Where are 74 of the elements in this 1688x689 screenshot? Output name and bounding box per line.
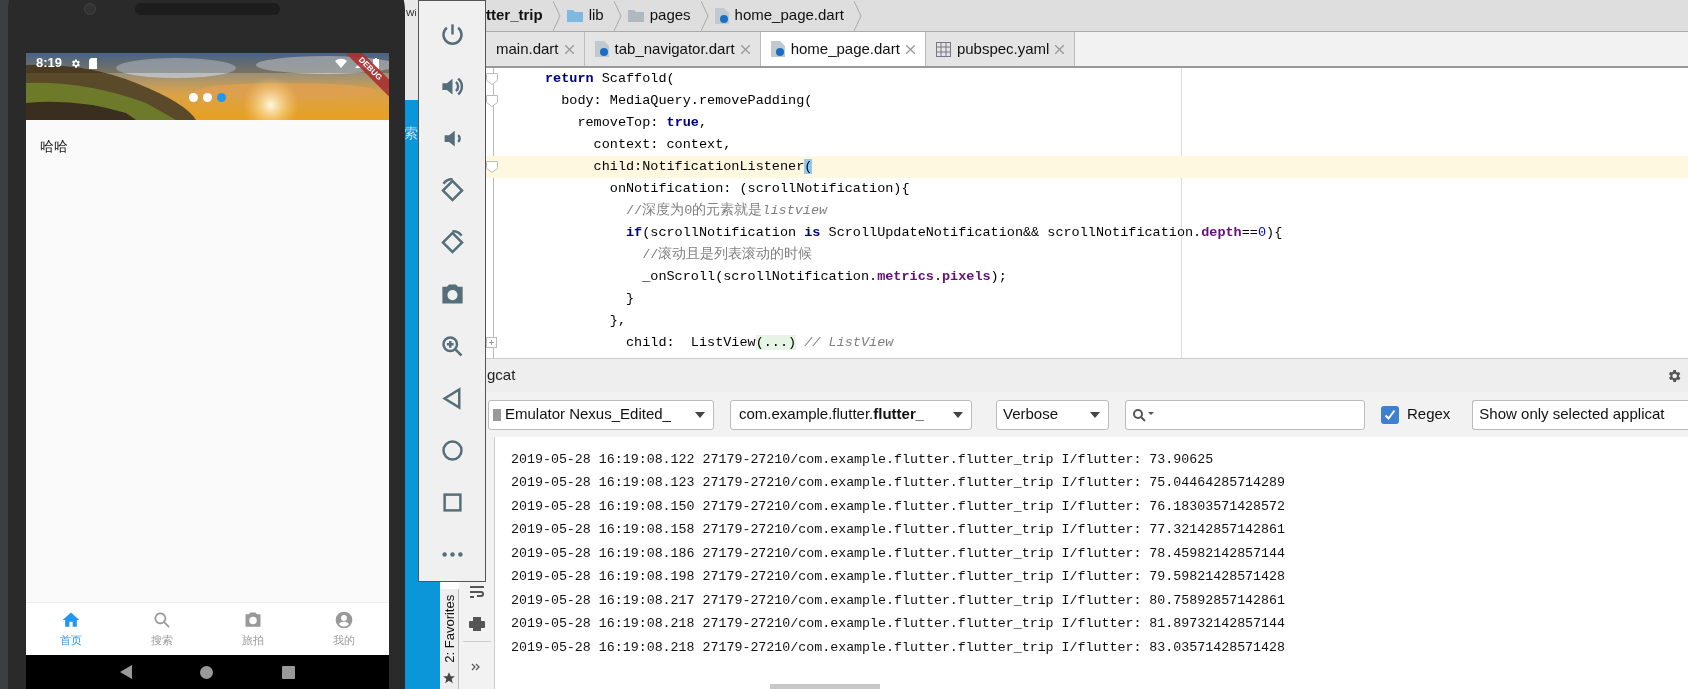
code-line: //深度为0的元素就是 listview — [625, 201, 828, 220]
person-icon — [333, 609, 354, 630]
table-icon — [935, 41, 951, 57]
filter-dropdown[interactable]: Show only selected applicat — [1472, 399, 1688, 430]
log-line: 2019-05-28 16:19:08.158 27179-27210/com.example.flutter.flutter_trip I/flutter: 77.32142857142861 — [511, 521, 1286, 540]
code-line: } — [625, 289, 635, 308]
code-line: child: ListView(...) // ListView — [625, 333, 894, 352]
caret-icon — [1090, 411, 1100, 418]
expand-marker-icon[interactable] — [486, 337, 497, 348]
log-line: 2019-05-28 16:19:08.218 27179-27210/com.example.flutter.flutter_trip I/flutter: 81.89732142857144 — [511, 615, 1286, 634]
folder-icon — [566, 9, 583, 22]
breadcrumb-item[interactable]: tter_trip — [486, 4, 543, 27]
log-line: 2019-05-28 16:19:08.218 27179-27210/com.example.flutter.flutter_trip I/flutter: 83.03571428571428 — [511, 638, 1286, 657]
breadcrumb-item[interactable]: home_page.dart — [734, 4, 844, 27]
log-line: 2019-05-28 16:19:08.150 27179-27210/com.example.flutter.flutter_trip I/flutter: 76.18303571428572 — [511, 497, 1286, 516]
file-icon — [714, 7, 729, 24]
caret-icon — [953, 411, 963, 418]
regex-checkbox[interactable] — [1381, 405, 1399, 424]
rotate-right-icon[interactable] — [438, 229, 466, 256]
code-line: _onScroll(scrollNotification.metrics.pixels); — [641, 267, 1007, 286]
file-icon — [594, 41, 609, 57]
overview-icon[interactable] — [281, 665, 295, 679]
code-line: onNotification: (scrollNotification){ — [608, 179, 910, 198]
favorites-tab[interactable]: 2: Favorites — [440, 589, 459, 689]
back-icon[interactable] — [120, 665, 133, 679]
more-icon[interactable] — [471, 663, 481, 671]
settings-icon[interactable] — [1666, 367, 1682, 384]
editor-tab[interactable]: pubspec.yaml — [925, 32, 1076, 66]
body-text: 哈哈 — [40, 138, 68, 154]
file-icon — [770, 41, 785, 57]
rotate-left-icon[interactable] — [438, 177, 466, 204]
code-line: removeTop: true, — [576, 113, 708, 132]
gear-icon — [70, 57, 82, 69]
editor-tab[interactable]: home_page.dart — [760, 32, 926, 66]
scrollbar[interactable] — [770, 684, 880, 689]
fold-marker-icon[interactable] — [486, 161, 498, 173]
sd-card-icon — [89, 57, 98, 69]
editor-tab[interactable]: tab_navigator.dart — [584, 32, 761, 66]
device-dropdown[interactable]: Emulator Nexus_Edited_ — [488, 399, 714, 430]
fold-marker-icon[interactable] — [486, 73, 498, 85]
tab-label: 索 — [404, 124, 418, 143]
code-line: return Scaffold( — [545, 69, 675, 88]
fold-marker-icon[interactable] — [486, 95, 498, 107]
log-line: 2019-05-28 16:19:08.186 27179-27210/com.example.flutter.flutter_trip I/flutter: 78.45982142857144 — [511, 544, 1286, 563]
code-line: if(scrollNotification is ScrollUpdateNotification&& scrollNotification.depth==0){ — [625, 223, 1283, 242]
search-field[interactable] — [1125, 399, 1365, 430]
code-line: child:NotificationListener( — [592, 157, 813, 176]
level-dropdown[interactable]: Verbose — [996, 399, 1109, 430]
caret-icon — [695, 411, 705, 418]
code-line: }, — [608, 311, 626, 330]
checkbox-label: Regex — [1407, 404, 1451, 425]
tab-label: 2: Favorites — [441, 594, 458, 665]
close-icon[interactable] — [905, 44, 915, 54]
device-icon — [493, 408, 501, 421]
code-line: //滚动且是列表滚动的时候 — [641, 245, 813, 264]
breadcrumb-item[interactable]: pages — [649, 4, 691, 27]
log-line: 2019-05-28 16:19:08.217 27179-27210/com.example.flutter.flutter_trip I/flutter: 80.75892857142861 — [511, 591, 1286, 610]
panel-title: gcat — [487, 365, 516, 386]
folder-icon — [627, 9, 644, 22]
code-line: context: context, — [592, 135, 732, 154]
editor-tab[interactable]: main.dart — [486, 32, 585, 66]
star-icon[interactable] — [442, 671, 456, 685]
home-icon[interactable] — [200, 665, 214, 679]
wifi-icon — [335, 58, 347, 68]
process-dropdown[interactable]: com.example.flutter.flutter_ — [730, 399, 972, 430]
code-line: body: MediaQuery.removePadding( — [560, 91, 813, 110]
breadcrumb-item[interactable]: lib — [588, 4, 604, 27]
status-time: 8:19 — [36, 54, 63, 73]
search-icon[interactable] — [1132, 407, 1154, 422]
wrap-icon[interactable] — [469, 585, 485, 599]
log-line: 2019-05-28 16:19:08.122 27179-27210/com.example.flutter.flutter_trip I/flutter: 73.90625 — [511, 450, 1215, 469]
log-line: 2019-05-28 16:19:08.198 27179-27210/com.example.flutter.flutter_trip I/flutter: 79.59821428571428 — [511, 568, 1286, 587]
log-line: 2019-05-28 16:19:08.123 27179-27210/com.example.flutter.flutter_trip I/flutter: 75.04464285714289 — [511, 474, 1286, 493]
window-title: Wi — [406, 9, 417, 18]
